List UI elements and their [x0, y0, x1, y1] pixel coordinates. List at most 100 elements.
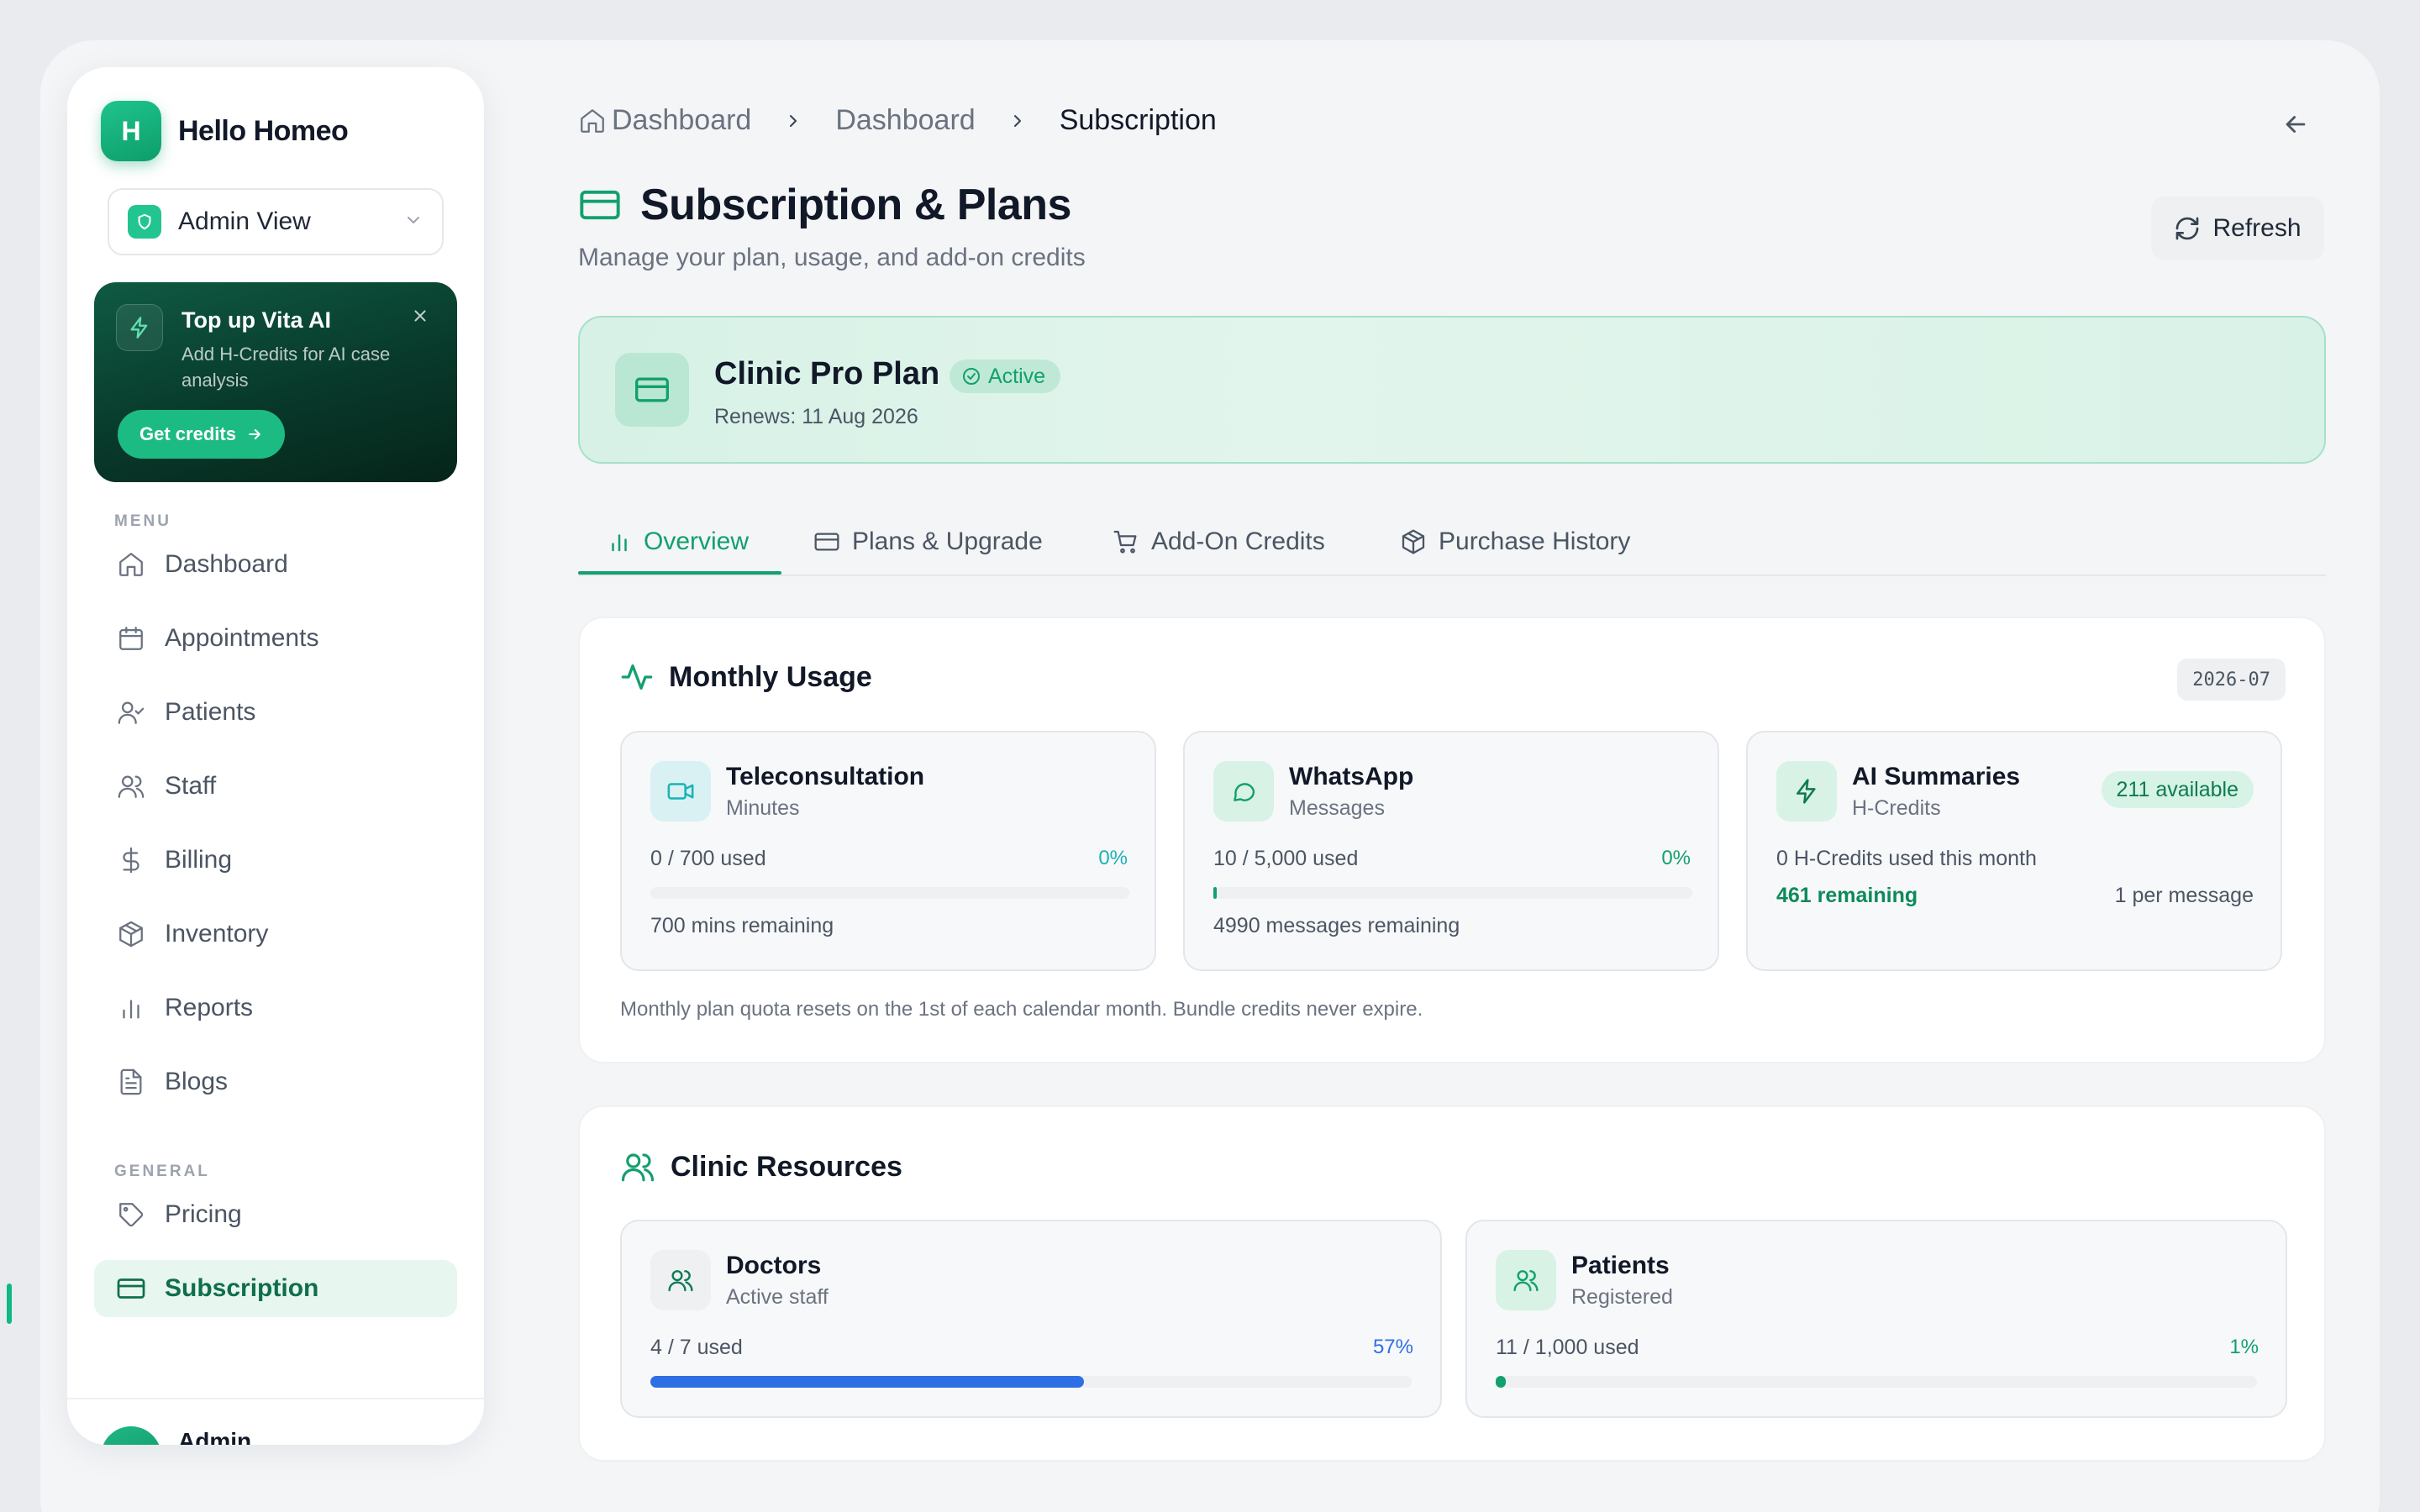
tab-label: Add-On Credits [1151, 528, 1325, 555]
sidebar-item-dashboard[interactable]: Dashboard [94, 536, 457, 593]
general-section-label: GENERAL [114, 1163, 210, 1180]
metric-title: WhatsApp [1289, 763, 1414, 790]
back-button[interactable] [2275, 104, 2316, 144]
current-plan-banner: Clinic Pro Plan Active Renews: 11 Aug 20… [578, 316, 2326, 464]
tab-add-on-credits[interactable]: Add-On Credits [1113, 507, 1325, 576]
sidebar-item-pricing[interactable]: Pricing [94, 1186, 457, 1243]
refresh-button[interactable]: Refresh [2151, 197, 2324, 260]
message-circle-icon [1213, 761, 1274, 822]
brand[interactable]: H Hello Homeo [101, 101, 349, 161]
tab-purchase-history[interactable]: Purchase History [1400, 507, 1630, 576]
sidebar-item-subscription[interactable]: Subscription [94, 1260, 457, 1317]
avatar: d [101, 1426, 161, 1445]
tag-icon [114, 1198, 148, 1231]
page-header: Subscription & Plans [578, 180, 1071, 230]
credit-card-icon [814, 533, 839, 551]
sidebar-item-appointments[interactable]: Appointments [94, 610, 457, 667]
metric-subtitle: H-Credits [1852, 796, 1941, 820]
metric-title: Patients [1571, 1252, 1670, 1279]
file-text-icon [114, 1065, 148, 1099]
sidebar-item-label: Inventory [165, 920, 269, 948]
chevron-right-icon [783, 111, 803, 131]
cart-icon [1113, 530, 1137, 554]
metric-remaining: 700 mins remaining [650, 914, 834, 937]
promo-card: Top up Vita AI Add H-Credits for AI case… [94, 282, 457, 482]
brand-logo: H [101, 101, 161, 161]
sidebar-item-staff[interactable]: Staff [94, 758, 457, 815]
menu-section-label: MENU [114, 512, 171, 530]
credit-card-icon [114, 1272, 148, 1305]
breadcrumb: Dashboard Dashboard Subscription [578, 104, 1217, 137]
card-title: Monthly Usage [620, 660, 872, 694]
promo-description: Add H-Credits for AI case analysis [182, 344, 391, 391]
user-check-icon [114, 696, 148, 729]
bar-chart-icon [114, 991, 148, 1025]
shield-icon [128, 205, 161, 239]
package-icon [114, 917, 148, 951]
clinic-resources-card: Clinic Resources Doctors Active staff 4 … [578, 1105, 2326, 1462]
home-icon [114, 548, 148, 581]
metric-subtitle: Registered [1571, 1285, 1673, 1309]
ai-summaries-metric: AI Summaries H-Credits 211 available 0 H… [1746, 731, 2282, 971]
card-title: Clinic Resources [620, 1149, 902, 1184]
get-credits-button[interactable]: Get credits [118, 410, 285, 459]
sidebar-item-label: Subscription [165, 1274, 319, 1302]
user-profile[interactable]: d Admin [67, 1398, 484, 1445]
view-select[interactable]: Admin View [108, 188, 444, 255]
active-indicator [7, 1284, 12, 1324]
video-icon [650, 761, 711, 822]
metric-used: 10 / 5,000 used [1213, 847, 1359, 870]
refresh-icon [2176, 217, 2199, 240]
sidebar: H Hello Homeo Admin View Top up Vita AI … [67, 67, 484, 1445]
metric-remaining: 461 remaining [1776, 884, 1918, 907]
plan-renewal-date: Renews: 11 Aug 2026 [714, 405, 918, 428]
sidebar-item-label: Reports [165, 994, 254, 1021]
monthly-usage-title: Monthly Usage [669, 660, 872, 693]
sidebar-item-label: Patients [165, 698, 256, 726]
check-circle-icon [963, 368, 980, 385]
sidebar-item-inventory[interactable]: Inventory [94, 906, 457, 963]
bolt-icon [1776, 761, 1837, 822]
sidebar-item-blogs[interactable]: Blogs [94, 1053, 457, 1110]
tab-plans-upgrade[interactable]: Plans & Upgrade [813, 507, 1043, 576]
tab-label: Overview [644, 528, 750, 555]
metric-title: AI Summaries [1852, 763, 2021, 790]
breadcrumb-link[interactable]: Dashboard [612, 104, 751, 137]
breadcrumb-current: Subscription [1059, 104, 1217, 136]
refresh-label: Refresh [2212, 214, 2302, 242]
sidebar-item-reports[interactable]: Reports [94, 979, 457, 1037]
calendar-icon [114, 622, 148, 655]
get-credits-label: Get credits [139, 423, 236, 444]
credit-card-icon [615, 353, 689, 427]
sidebar-item-label: Appointments [165, 624, 319, 652]
activity-icon [621, 664, 653, 690]
sidebar-item-patients[interactable]: Patients [94, 684, 457, 741]
metric-subtitle: Active staff [726, 1285, 829, 1309]
metric-percent: 0% [1098, 847, 1128, 869]
progress-fill [1213, 887, 1217, 899]
close-icon[interactable] [407, 302, 434, 329]
sidebar-item-label: Billing [165, 846, 233, 874]
status-badge: Active [950, 360, 1061, 393]
credits-available-badge: 211 available [2101, 771, 2254, 808]
sidebar-item-label: Pricing [165, 1200, 242, 1228]
plan-name: Clinic Pro Plan [714, 356, 940, 391]
view-select-label: Admin View [178, 207, 311, 235]
clinic-resources-title: Clinic Resources [671, 1150, 902, 1183]
quota-note: Monthly plan quota resets on the 1st of … [620, 998, 1423, 1021]
breadcrumb-link[interactable]: Dashboard [835, 104, 975, 137]
active-tab-indicator [578, 571, 781, 575]
tab-overview[interactable]: Overview [607, 507, 749, 576]
metric-percent: 1% [2229, 1336, 2259, 1358]
arrow-left-icon [2286, 116, 2306, 133]
metric-subtitle: Minutes [726, 796, 800, 820]
chevron-right-icon [1007, 111, 1028, 131]
month-badge: 2026-07 [2177, 659, 2286, 701]
whatsapp-metric: WhatsApp Messages 10 / 5,000 used 0% 499… [1183, 731, 1719, 971]
chevron-down-icon [403, 210, 424, 234]
sidebar-item-billing[interactable]: Billing [94, 832, 457, 889]
progress-fill [650, 1376, 1085, 1388]
user-name: Admin [178, 1428, 252, 1445]
status-label: Active [988, 364, 1046, 388]
arrow-right-icon [249, 429, 260, 439]
